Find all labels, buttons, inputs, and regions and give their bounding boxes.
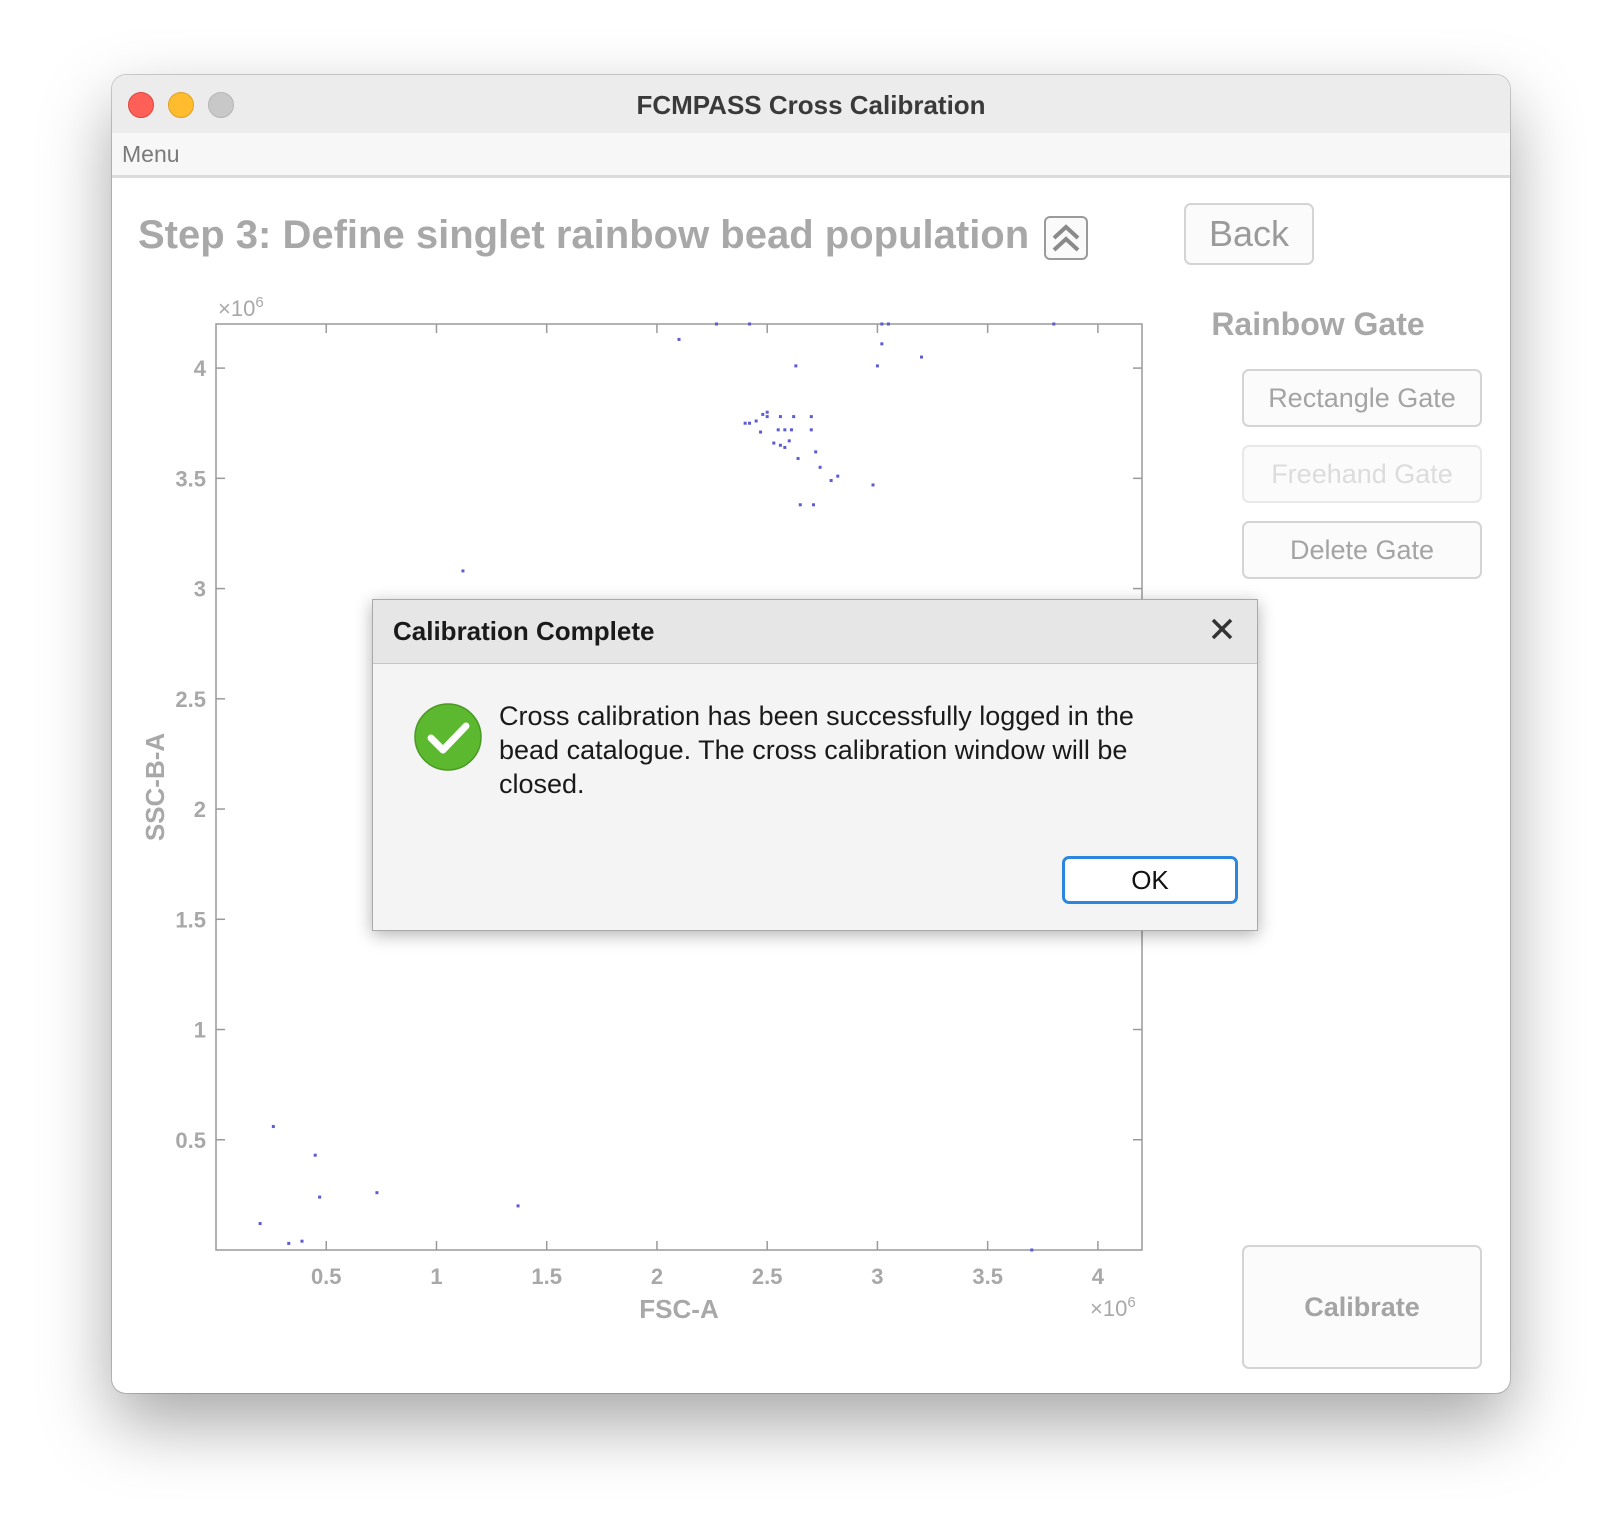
dialog-message: Cross calibration has been successfully … [499,701,1134,799]
x-axis-label: FSC-A [639,1294,719,1324]
data-point [871,483,875,487]
y-axis-label: SSC-B-A [140,733,170,842]
data-point [765,415,769,419]
x-tick-label: 3 [871,1264,883,1289]
data-point [375,1191,379,1195]
y-tick-label: 2 [194,797,206,822]
y-tick-label: 1.5 [175,907,206,932]
data-point [783,428,787,432]
data-point [761,412,765,416]
data-point [258,1222,262,1226]
menu-bar: Menu [112,133,1510,178]
y-tick-label: 3 [194,577,206,602]
x-tick-label: 2 [651,1264,663,1289]
data-point [836,474,840,478]
step-title: Step 3: Define singlet rainbow bead popu… [138,213,1030,257]
data-point [789,428,793,432]
data-point [318,1195,322,1199]
y-tick-label: 1 [194,1018,206,1043]
x-tick-label: 2.5 [752,1264,783,1289]
window-title: FCMPASS Cross Calibration [636,90,986,120]
dialog-header: Calibration Complete [373,600,1257,664]
data-point [461,569,465,573]
x-exponent-label: ×106 [1090,1294,1136,1321]
menu-item-menu[interactable]: Menu [122,141,180,168]
data-point [886,322,890,326]
data-point [778,443,782,447]
freehand-gate-button[interactable]: Freehand Gate [1242,445,1482,503]
app-window: FCMPASS Cross Calibration Menu Step 3: D… [112,75,1510,1393]
data-point [814,450,818,454]
data-point [796,456,800,460]
ok-button[interactable]: OK [1062,856,1238,904]
data-point [759,430,763,434]
back-button[interactable]: Back [1184,203,1314,265]
x-tick-label: 0.5 [311,1264,342,1289]
data-point [809,428,813,432]
data-point [313,1153,317,1157]
rainbow-gate-title: Rainbow Gate [1211,306,1425,342]
data-point [776,428,780,432]
data-point [794,364,798,368]
y-exponent-label: ×106 [218,294,264,321]
x-tick-label: 4 [1092,1264,1105,1289]
data-point [300,1239,304,1243]
data-point [792,415,796,419]
collapse-button[interactable] [1044,216,1088,260]
data-point [875,364,879,368]
data-point [748,322,752,326]
rectangle-gate-button[interactable]: Rectangle Gate [1242,369,1482,427]
data-point [1030,1248,1034,1252]
data-point [271,1125,275,1129]
data-point [516,1204,520,1208]
dialog-close-icon[interactable] [1205,612,1239,646]
data-point [809,415,813,419]
data-point [772,441,776,445]
data-point [920,355,924,359]
data-point [1052,322,1056,326]
data-point [811,503,815,507]
data-point [765,410,769,414]
data-point [743,421,747,425]
data-point [880,322,884,326]
data-point [829,479,833,483]
x-tick-label: 1 [430,1264,442,1289]
data-point [787,439,791,443]
data-point [783,445,787,449]
calibrate-button[interactable]: Calibrate [1242,1245,1482,1369]
data-point [677,337,681,341]
x-tick-label: 1.5 [531,1264,562,1289]
calibration-complete-dialog: Calibration Complete Cross calibration h… [372,599,1258,931]
success-check-icon [413,702,483,772]
data-point [778,415,782,419]
data-point [748,421,752,425]
y-tick-label: 4 [194,356,207,381]
y-tick-label: 0.5 [175,1128,206,1153]
data-point [880,342,884,346]
data-point [818,465,822,469]
double-chevron-up-icon [1052,224,1080,252]
data-point [754,419,758,423]
title-bar: FCMPASS Cross Calibration [112,75,1510,134]
dialog-title: Calibration Complete [393,616,655,646]
x-tick-label: 3.5 [972,1264,1003,1289]
y-tick-label: 2.5 [175,687,206,712]
delete-gate-button[interactable]: Delete Gate [1242,521,1482,579]
y-tick-label: 3.5 [175,466,206,491]
data-point [287,1241,291,1245]
data-point [714,322,718,326]
data-point [798,503,802,507]
